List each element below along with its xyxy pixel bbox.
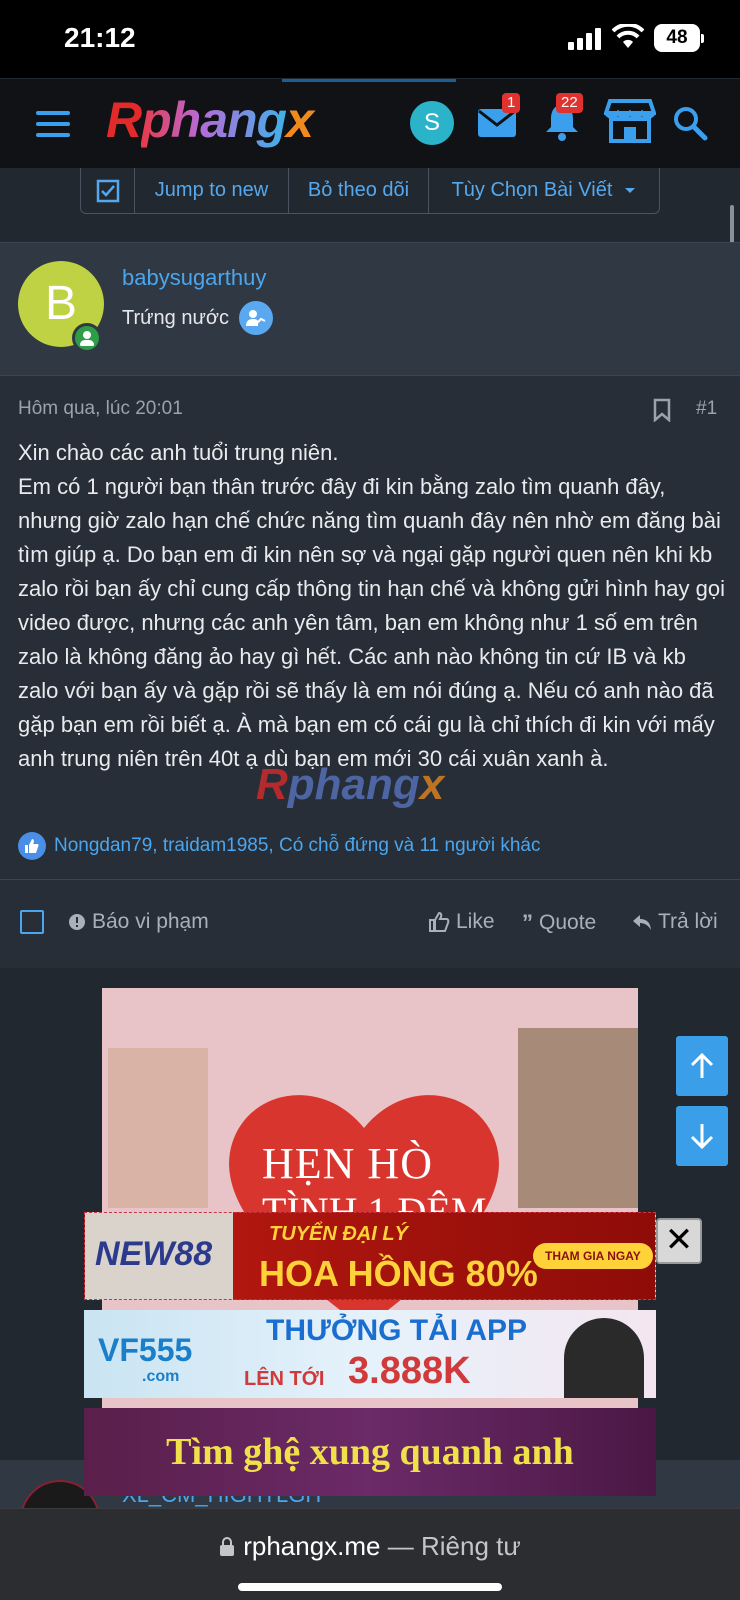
reactions-text: Nongdan79, traidam1985, Có chỗ đứng và 1… <box>54 835 541 856</box>
banner2-brand: VF555 <box>98 1332 193 1368</box>
banner2-sub: .com <box>142 1368 180 1385</box>
logo-r: R <box>106 92 142 148</box>
quote-icon: ” <box>522 910 533 935</box>
banner1-top: TUYỂN ĐẠI LÝ <box>269 1223 408 1245</box>
reply-icon <box>633 915 651 930</box>
banner2-amount: 3.888K <box>348 1350 471 1392</box>
post-actions: Báo vi phạm Like ” Quote Trả lời <box>0 880 740 968</box>
status-bar: 21:12 48 <box>0 0 740 78</box>
browser-address-bar[interactable]: rphangx.me — Riêng tư <box>0 1508 740 1600</box>
ad-banner-dating[interactable]: Tìm ghệ xung quanh anh <box>84 1408 656 1496</box>
like-icon <box>429 911 450 932</box>
logo-watermark: Rphangx <box>256 760 445 809</box>
quote-button[interactable]: ” Quote <box>522 910 596 936</box>
unwatch-button[interactable]: Bỏ theo dõi <box>289 168 429 213</box>
post-body: Hôm qua, lúc 20:01 #1 Xin chào các anh t… <box>0 376 740 968</box>
banner3-text: Tìm ghệ xung quanh anh <box>166 1431 574 1473</box>
url-domain: rphangx.me <box>243 1531 381 1561</box>
like-label: Like <box>456 910 495 933</box>
post-options-label: Tùy Chọn Bài Viết <box>451 179 613 201</box>
search-icon[interactable] <box>672 105 708 141</box>
like-button[interactable]: Like <box>428 910 495 934</box>
verified-icon <box>238 301 273 335</box>
ad-photo-left <box>108 1048 208 1208</box>
post-options-dropdown[interactable]: Tùy Chọn Bài Viết <box>429 168 659 213</box>
select-post-checkbox[interactable] <box>20 910 44 934</box>
post-number[interactable]: #1 <box>696 398 717 420</box>
reply-label: Trả lời <box>658 910 718 933</box>
banner1-brand: NEW88 <box>95 1235 213 1273</box>
post-author: B babysugarthuy Trứng nước <box>0 242 740 376</box>
bookmark-icon[interactable] <box>652 398 672 422</box>
checkbox-icon <box>96 179 119 202</box>
post-paragraph: Em có 1 người bạn thân trước đây đi kin … <box>18 474 725 771</box>
ad-photo-right <box>518 1028 638 1208</box>
author-title-text: Trứng nước <box>122 306 229 329</box>
close-icon[interactable]: ✕ <box>656 1218 702 1264</box>
reactions-bar[interactable]: Nongdan79, traidam1985, Có chỗ đứng và 1… <box>18 832 540 860</box>
quote-label: Quote <box>539 911 597 934</box>
home-indicator[interactable] <box>238 1583 502 1591</box>
like-icon <box>18 832 46 860</box>
post-paragraph: Xin chào các anh tuổi trung niên. <box>18 440 339 465</box>
battery-indicator: 48 <box>654 24 704 52</box>
header-accent <box>282 79 456 82</box>
thread-toolbar: Jump to new Bỏ theo dõi Tùy Chọn Bài Viế… <box>80 168 660 214</box>
status-time: 21:12 <box>64 22 136 53</box>
banner1-main: HOA HỒNG 80% <box>259 1253 538 1294</box>
user-avatar[interactable]: S <box>410 101 454 145</box>
reply-button[interactable]: Trả lời <box>632 910 718 934</box>
author-title: Trứng nước <box>122 301 273 335</box>
url-display[interactable]: rphangx.me — Riêng tư <box>0 1531 740 1562</box>
menu-icon[interactable] <box>36 111 70 137</box>
arrow-up-icon <box>690 1052 714 1078</box>
report-label: Báo vi phạm <box>92 910 209 933</box>
dropdown-icon <box>625 187 636 193</box>
url-suffix: — Riêng tư <box>380 1531 521 1561</box>
lock-icon <box>220 1537 235 1556</box>
signal-icon <box>568 28 604 50</box>
author-username[interactable]: babysugarthuy <box>122 265 266 291</box>
ad-banner-vf555[interactable]: VF555 .com THƯỞNG TẢI APP LÊN TỚI 3.888K <box>84 1310 656 1398</box>
banner2-prefix: LÊN TỚI <box>244 1368 325 1390</box>
report-icon <box>69 914 85 930</box>
post-content: Xin chào các anh tuổi trung niên. Em có … <box>18 436 730 776</box>
messages-button[interactable]: 1 <box>476 93 521 148</box>
store-icon[interactable] <box>604 97 656 145</box>
logo-main: phang <box>141 92 287 148</box>
banner2-model <box>564 1318 644 1398</box>
arrow-down-icon <box>690 1124 714 1150</box>
post-date[interactable]: Hôm qua, lúc 20:01 <box>18 398 183 420</box>
notifications-badge: 22 <box>556 93 583 113</box>
site-logo[interactable]: Rphangx <box>106 91 314 149</box>
banner1-cta: THAM GIA NGAY <box>533 1243 653 1269</box>
site-header: Rphangx S 1 22 <box>0 78 740 168</box>
logo-x: x <box>286 92 314 148</box>
wifi-icon <box>612 24 644 48</box>
scroll-down-button[interactable] <box>676 1106 728 1166</box>
ad-headline: HẸN HÒ <box>262 1139 433 1188</box>
notifications-button[interactable]: 22 <box>540 93 584 148</box>
banner2-top: THƯỞNG TẢI APP <box>266 1314 528 1347</box>
messages-badge: 1 <box>502 93 521 113</box>
scroll-up-button[interactable] <box>676 1036 728 1096</box>
online-status-icon <box>72 323 102 353</box>
ad-banner-new88[interactable]: NEW88 TUYỂN ĐẠI LÝ HOA HỒNG 80% THAM GIA… <box>84 1212 656 1300</box>
report-button[interactable]: Báo vi phạm <box>68 910 209 934</box>
select-toggle[interactable] <box>81 168 135 213</box>
jump-to-new-button[interactable]: Jump to new <box>135 168 289 213</box>
